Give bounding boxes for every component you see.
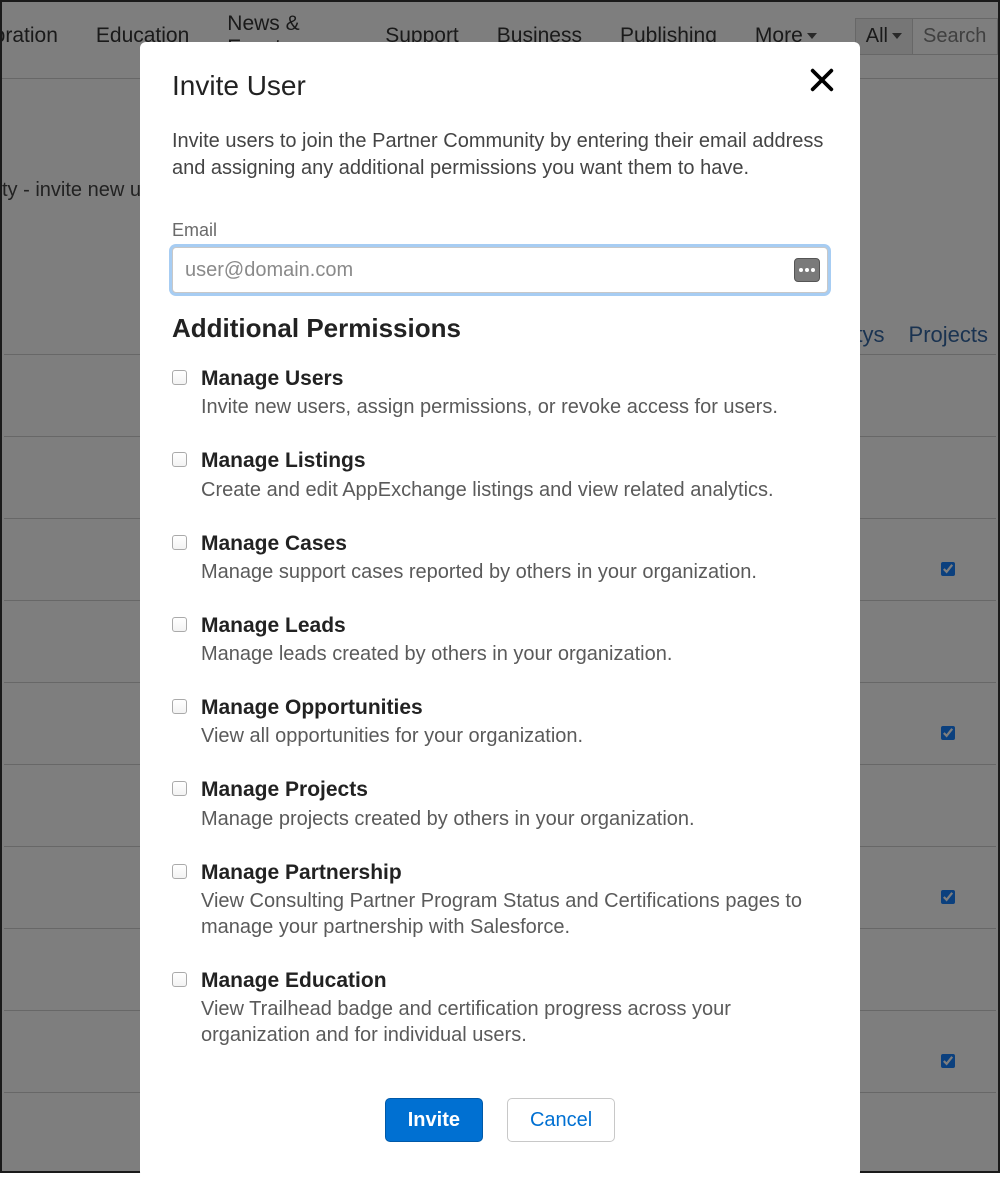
permission-checkbox[interactable] — [172, 370, 187, 385]
permission-title: Manage Opportunities — [201, 695, 828, 721]
permission-title: Manage Listings — [201, 448, 828, 474]
permission-title: Manage Education — [201, 968, 828, 994]
permission-title: Manage Users — [201, 366, 828, 392]
permission-item: Manage OpportunitiesView all opportuniti… — [172, 695, 828, 749]
permission-checkbox[interactable] — [172, 864, 187, 879]
invite-button[interactable]: Invite — [385, 1098, 483, 1142]
permission-title: Manage Leads — [201, 613, 828, 639]
permission-title: Manage Cases — [201, 531, 828, 557]
permission-item: Manage CasesManage support cases reporte… — [172, 531, 828, 585]
permission-description: View all opportunities for your organiza… — [201, 723, 828, 749]
permission-checkbox[interactable] — [172, 535, 187, 550]
permission-description: Manage leads created by others in your o… — [201, 641, 828, 667]
permission-checkbox[interactable] — [172, 452, 187, 467]
email-input[interactable] — [172, 247, 828, 293]
permission-checkbox[interactable] — [172, 781, 187, 796]
permission-checkbox[interactable] — [172, 699, 187, 714]
modal-footer: Invite Cancel — [172, 1098, 828, 1142]
modal-description: Invite users to join the Partner Communi… — [172, 128, 828, 182]
permission-item: Manage PartnershipView Consulting Partne… — [172, 860, 828, 940]
permission-item: Manage EducationView Trailhead badge and… — [172, 968, 828, 1048]
permission-item: Manage LeadsManage leads created by othe… — [172, 613, 828, 667]
permission-description: Manage projects created by others in you… — [201, 806, 828, 832]
permissions-list: Manage UsersInvite new users, assign per… — [172, 366, 828, 1048]
permission-description: Create and edit AppExchange listings and… — [201, 477, 828, 503]
permission-checkbox[interactable] — [172, 972, 187, 987]
permission-item: Manage Projects Manage projects created b… — [172, 777, 828, 831]
modal-overlay: Invite User Invite users to join the Par… — [0, 0, 1000, 1173]
permissions-heading: Additional Permissions — [172, 313, 828, 344]
permission-title: Manage Partnership — [201, 860, 828, 886]
permission-description: View Trailhead badge and certification p… — [201, 996, 828, 1048]
permission-description: Manage support cases reported by others … — [201, 559, 828, 585]
permission-checkbox[interactable] — [172, 617, 187, 632]
permission-title: Manage Projects — [201, 777, 828, 803]
permission-item: Manage UsersInvite new users, assign per… — [172, 366, 828, 420]
close-button[interactable] — [808, 66, 836, 99]
cancel-button[interactable]: Cancel — [507, 1098, 615, 1142]
keychain-icon[interactable] — [794, 258, 820, 282]
modal-title: Invite User — [172, 70, 828, 102]
permission-description: View Consulting Partner Program Status a… — [201, 888, 828, 940]
permission-item: Manage Listings Create and edit AppExchan… — [172, 448, 828, 502]
email-label: Email — [172, 220, 828, 241]
invite-user-modal: Invite User Invite users to join the Par… — [140, 42, 860, 1178]
permission-description: Invite new users, assign permissions, or… — [201, 394, 828, 420]
close-icon — [808, 66, 836, 94]
